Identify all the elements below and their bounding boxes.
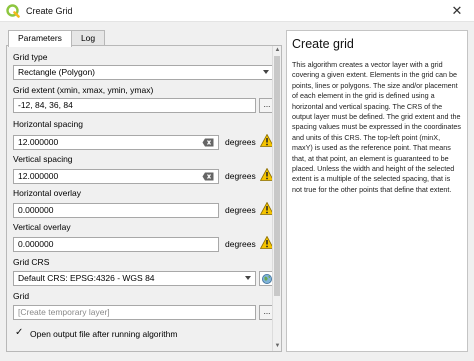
- grid-type-value: Rectangle (Polygon): [18, 67, 96, 77]
- help-title: Create grid: [292, 37, 354, 51]
- grid-output-input[interactable]: [Create temporary layer]: [13, 305, 256, 320]
- vertical-spacing-input[interactable]: 12.000000: [13, 169, 219, 184]
- scroll-down-icon[interactable]: ▼: [273, 342, 281, 351]
- scroll-up-icon[interactable]: ▲: [273, 46, 281, 55]
- vertical-spacing-unit: degrees: [225, 171, 256, 181]
- grid-output-placeholder: [Create temporary layer]: [18, 307, 110, 317]
- horizontal-overlay-input[interactable]: 0.000000: [13, 203, 219, 218]
- grid-extent-value: -12, 84, 36, 84: [18, 100, 73, 110]
- help-description: This algorithm creates a vector layer wi…: [292, 60, 462, 194]
- vertical-overlay-input[interactable]: 0.000000: [13, 237, 219, 252]
- grid-output-label: Grid: [13, 291, 30, 301]
- vertical-scrollbar[interactable]: ▲ ▼: [272, 46, 281, 351]
- vertical-spacing-value: 12.000000: [18, 171, 59, 181]
- vertical-overlay-value: 0.000000: [18, 239, 54, 249]
- help-panel: Create grid This algorithm creates a vec…: [286, 30, 468, 352]
- horizontal-spacing-input[interactable]: 12.000000: [13, 135, 219, 150]
- grid-crs-label: Grid CRS: [13, 257, 50, 267]
- clear-icon[interactable]: [202, 138, 214, 147]
- open-output-label[interactable]: Open output file after running algorithm: [30, 329, 177, 339]
- vertical-overlay-label: Vertical overlay: [13, 222, 71, 232]
- grid-extent-label: Grid extent (xmin, xmax, ymin, ymax): [13, 85, 154, 95]
- qgis-logo-icon: [6, 3, 20, 18]
- grid-extent-input[interactable]: -12, 84, 36, 84: [13, 98, 256, 113]
- window-title: Create Grid: [26, 5, 73, 16]
- horizontal-overlay-label: Horizontal overlay: [13, 188, 82, 198]
- horizontal-spacing-label: Horizontal spacing: [13, 119, 83, 129]
- parameters-scroll-area: Grid type Rectangle (Polygon) Grid exten…: [7, 46, 275, 351]
- close-icon: ✕: [451, 3, 463, 18]
- title-bar: Create Grid ✕: [0, 0, 474, 22]
- clear-icon[interactable]: [202, 172, 214, 181]
- open-output-checkbox[interactable]: ✓: [15, 328, 26, 339]
- chevron-down-icon: [263, 70, 269, 74]
- horizontal-spacing-value: 12.000000: [18, 137, 59, 147]
- parameters-panel: Grid type Rectangle (Polygon) Grid exten…: [6, 45, 282, 352]
- grid-type-select[interactable]: Rectangle (Polygon): [13, 65, 274, 80]
- vertical-spacing-label: Vertical spacing: [13, 154, 73, 164]
- grid-crs-value: Default CRS: EPSG:4326 - WGS 84: [18, 273, 155, 283]
- tab-bar: Parameters Log: [8, 30, 106, 47]
- tab-log[interactable]: Log: [70, 30, 106, 46]
- vertical-overlay-unit: degrees: [225, 239, 256, 249]
- chevron-down-icon: [245, 276, 251, 280]
- horizontal-overlay-value: 0.000000: [18, 205, 54, 215]
- grid-crs-select[interactable]: Default CRS: EPSG:4326 - WGS 84: [13, 271, 256, 286]
- scrollbar-thumb[interactable]: [274, 56, 280, 296]
- horizontal-overlay-unit: degrees: [225, 205, 256, 215]
- close-button[interactable]: ✕: [440, 0, 474, 22]
- tab-parameters[interactable]: Parameters: [8, 30, 72, 47]
- horizontal-spacing-unit: degrees: [225, 137, 256, 147]
- grid-type-label: Grid type: [13, 52, 48, 62]
